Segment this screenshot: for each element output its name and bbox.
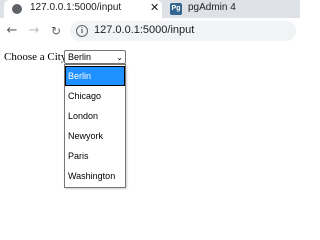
- tab-strip: 127.0.0.1:5000/input ✕ Pg pgAdmin 4: [0, 0, 300, 18]
- option-washington[interactable]: Washington: [65, 166, 125, 186]
- close-icon[interactable]: ✕: [150, 1, 159, 14]
- tab-pgadmin[interactable]: Pg pgAdmin 4: [166, 0, 296, 18]
- tab-title: pgAdmin 4: [188, 2, 236, 13]
- tab-title: 127.0.0.1:5000/input: [30, 2, 122, 13]
- option-paris[interactable]: Paris: [65, 146, 125, 166]
- city-select[interactable]: Berlin ⌄: [64, 50, 126, 64]
- arrow-left-icon[interactable]: ←: [4, 22, 20, 40]
- arrow-right-icon[interactable]: →: [26, 22, 42, 40]
- page-content: Choose a City Berlin ⌄ Berlin Chicago Lo…: [0, 46, 300, 202]
- option-berlin[interactable]: Berlin: [65, 66, 125, 86]
- select-value: Berlin: [68, 52, 92, 62]
- chevron-down-icon: ⌄: [116, 53, 123, 62]
- address-bar[interactable]: i 127.0.0.1:5000/input: [70, 21, 296, 41]
- city-label: Choose a City: [4, 51, 67, 63]
- pgadmin-icon: Pg: [170, 3, 182, 15]
- reload-icon[interactable]: ↻: [48, 22, 64, 40]
- browser-toolbar: ← → ↻ i 127.0.0.1:5000/input: [0, 18, 300, 46]
- globe-icon: [12, 4, 22, 14]
- tab-input-page[interactable]: 127.0.0.1:5000/input ✕: [4, 0, 162, 18]
- option-newyork[interactable]: Newyork: [65, 126, 125, 146]
- city-dropdown-list: Berlin Chicago London Newyork Paris Wash…: [64, 64, 126, 188]
- option-chicago[interactable]: Chicago: [65, 86, 125, 106]
- info-icon[interactable]: i: [76, 25, 88, 37]
- option-london[interactable]: London: [65, 106, 125, 126]
- url-text[interactable]: 127.0.0.1:5000/input: [94, 24, 194, 36]
